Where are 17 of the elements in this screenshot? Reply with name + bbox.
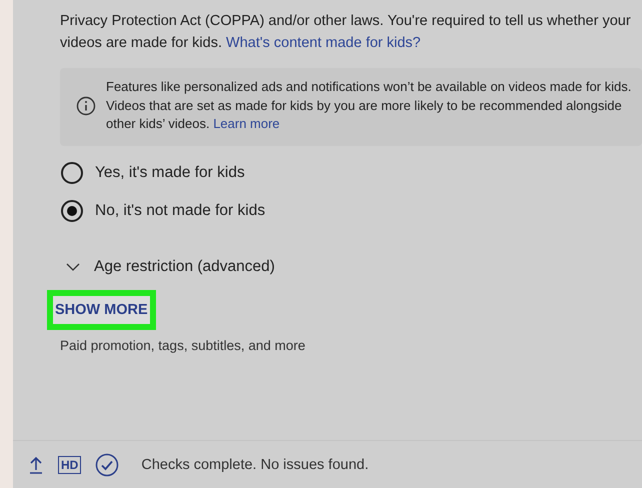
show-more-button[interactable]: SHOW MORE (53, 296, 150, 324)
notice-text: Features like personalized ads and notifications won’t be available on videos made for kids. Videos that are set as made for kids by you are more likely to be recommended alongside other kids’ videos. Learn more (106, 78, 632, 133)
radio-button[interactable] (61, 162, 83, 184)
radio-label[interactable]: No, it's not made for kids (95, 202, 266, 220)
content-made-for-kids-link[interactable]: What's content made for kids? (226, 35, 421, 51)
learn-more-link[interactable]: Learn more (213, 116, 280, 131)
hd-badge: HD (58, 456, 82, 474)
radio-label[interactable]: Yes, it's made for kids (95, 164, 245, 182)
upload-icon (28, 454, 44, 474)
radio-button[interactable] (61, 200, 83, 222)
info-icon (76, 96, 96, 116)
check-circle-icon (95, 452, 120, 476)
intro-paragraph: Privacy Protection Act (COPPA) and/or other laws. You're required to tell us whether your videos are made for kids. What's content made for kids? (60, 12, 632, 53)
chevron-icon[interactable] (66, 262, 80, 270)
status-message: Checks complete. No issues found. (141, 456, 369, 472)
show-more-description: Paid promotion, tags, subtitles, and more (60, 338, 306, 352)
age-restriction-toggle[interactable]: Age restriction (advanced) (94, 258, 275, 276)
